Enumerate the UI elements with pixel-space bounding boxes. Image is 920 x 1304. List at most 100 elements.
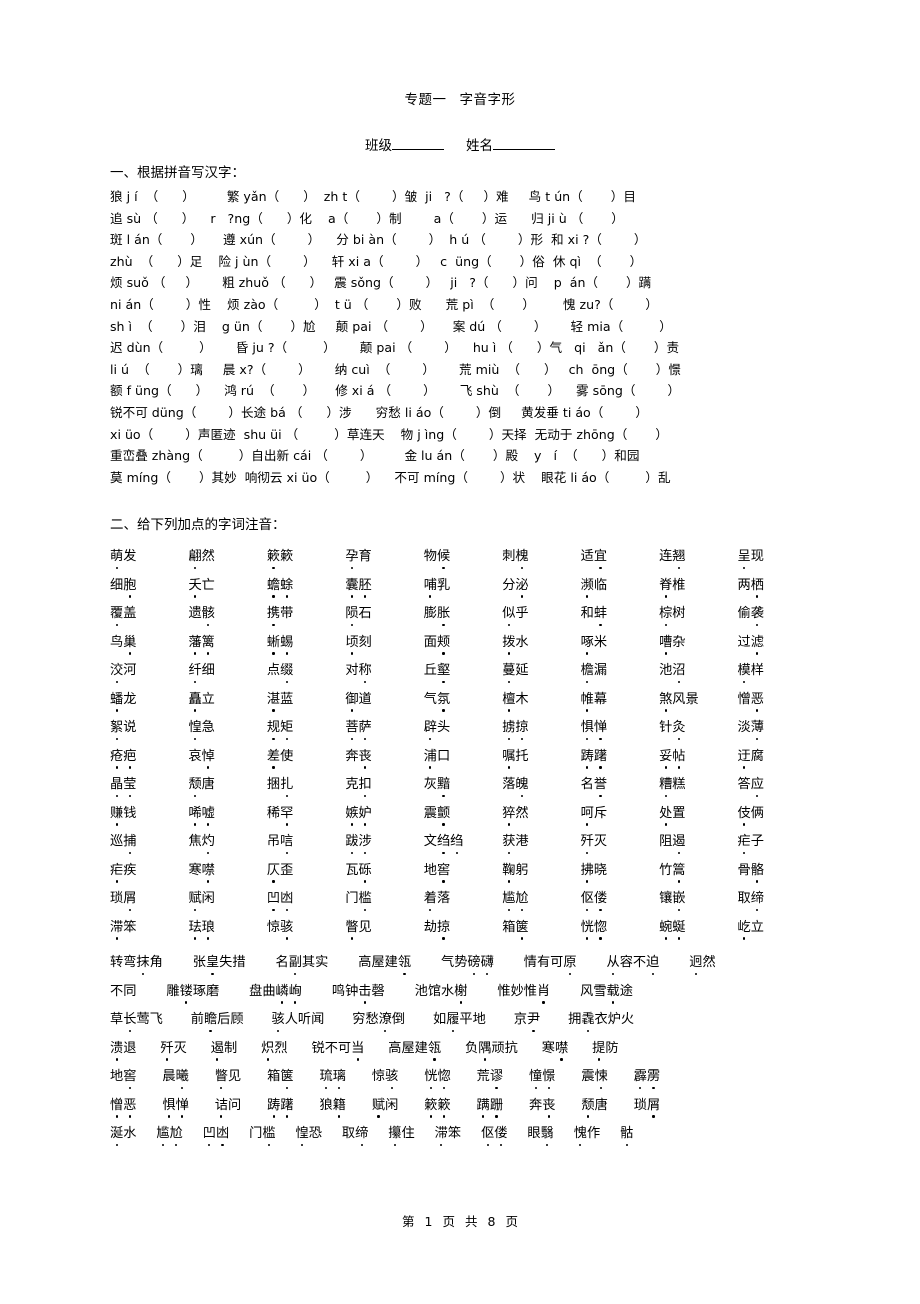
plain-char: 延	[515, 663, 529, 678]
plain-char: 角	[149, 955, 163, 970]
vocab-word: 檀木	[502, 688, 529, 712]
dotted-char: 屹	[738, 916, 751, 940]
word-cell: 偷袭	[738, 602, 816, 626]
phrase-item: 张皇失措	[193, 951, 246, 975]
plain-char: 说	[123, 720, 137, 735]
word-cell: 糟糕	[659, 773, 737, 797]
dotted-char: 恍	[581, 916, 594, 940]
plain-char: 晓	[593, 862, 607, 878]
footer-page-number: 1	[424, 1214, 433, 1229]
dotted-char: 唁	[280, 830, 293, 854]
phrase-item: 霹雳	[634, 1065, 660, 1089]
plain-char: 物	[423, 549, 437, 564]
phrase-item: 涎水	[110, 1122, 137, 1146]
phrase-item: 不同	[110, 980, 136, 1000]
word-cell: 模样	[738, 659, 816, 683]
vocab-word: 差使	[267, 745, 293, 769]
dotted-char: 捕	[123, 830, 136, 854]
word-cell: 蜥蜴	[267, 631, 345, 655]
word-cell: 瓦砾	[345, 859, 423, 883]
dotted-char: 骼	[751, 859, 764, 883]
word-cell: 和蚌	[581, 602, 659, 626]
plain-char: 琢	[192, 983, 206, 999]
word-cell: 过滤	[738, 631, 816, 655]
dotted-char: 惮	[594, 716, 607, 740]
vocab-word: 仄歪	[267, 859, 293, 883]
class-blank-field[interactable]	[392, 149, 444, 150]
vocab-word: 琐屑	[110, 887, 136, 911]
plain-char: 骨	[737, 862, 751, 878]
word-cell: 辟头	[424, 716, 502, 740]
dotted-char: 蜴	[280, 631, 293, 655]
plain-char: 拥	[568, 1012, 582, 1027]
plain-char: 龙	[123, 691, 137, 707]
plain-char: 克	[345, 777, 359, 792]
phrase-item: 蹒跚	[477, 1094, 503, 1118]
plain-char: 水	[123, 1126, 137, 1141]
word-cell: 骨骼	[737, 859, 816, 883]
plain-char: 飞	[149, 1012, 163, 1027]
word-grid-row: 疟疾 寒噤 仄歪 瓦砾 地窖 鞠躬 拂晓 竹篙 骨骼	[110, 859, 816, 883]
phrase-item: 情有可原	[524, 951, 577, 975]
plain-char: 平	[459, 1012, 473, 1027]
word-cell: 丘壑	[424, 659, 502, 683]
plain-char: 乳	[436, 577, 451, 593]
dotted-char: 躇	[594, 745, 607, 769]
vocab-word: 簌簌	[267, 545, 293, 569]
word-cell: 规矩	[267, 716, 345, 740]
plain-char: 衣	[594, 1012, 608, 1027]
vocab-word: 面颊	[424, 631, 450, 655]
dotted-char: 蹒	[477, 1094, 490, 1118]
section-2-heading: 二、给下列加点的字词注音：	[110, 517, 286, 533]
dotted-char: 掳	[502, 716, 515, 740]
word-cell: 猝然	[502, 802, 580, 826]
plain-char: 气	[423, 691, 437, 707]
plain-char: 盘	[249, 983, 263, 999]
plain-char: 取	[737, 891, 751, 906]
plain-char: 立	[750, 919, 764, 935]
word-cell: 吊唁	[267, 830, 345, 854]
dotted-char: 泌	[515, 574, 529, 598]
plain-char: 钱	[123, 805, 137, 821]
dotted-char: 踌	[267, 1094, 280, 1118]
phrase-item: 骷	[620, 1122, 633, 1146]
plain-char: 不	[110, 983, 124, 999]
dotted-char: 胚	[359, 574, 372, 598]
dotted-char: 扎	[280, 773, 293, 797]
vocab-word: 阻遏	[659, 830, 685, 854]
plain-char: 磬	[371, 983, 385, 999]
dotted-char: 袭	[751, 602, 764, 626]
phrase-item: 池馆水榭	[415, 980, 467, 1004]
plain-char: 屋	[401, 1040, 415, 1056]
name-blank-field[interactable]	[493, 149, 555, 150]
plain-char: 临	[593, 577, 607, 593]
vocab-word: 鸟巢	[110, 631, 136, 655]
vocab-word: 文绉绉	[424, 830, 463, 854]
word-cell: 凹凼	[267, 887, 345, 911]
dotted-char: 哺	[424, 574, 437, 598]
vocab-word: 吊唁	[267, 830, 293, 854]
dotted-char: 骇	[280, 916, 293, 940]
vocab-word: 蔓延	[502, 659, 529, 683]
vocab-word: 寒噤	[188, 859, 215, 883]
word-cell: 赋闲	[188, 887, 266, 911]
word-cell: 呈现	[738, 545, 816, 569]
dotted-char: 仄	[267, 859, 280, 883]
dotted-char: 凼	[280, 887, 293, 911]
vocab-word: 絮说	[110, 716, 137, 740]
plain-char: 腐	[750, 748, 764, 764]
vocab-word: 颓唐	[188, 773, 215, 797]
phrase-item: 穷愁潦倒	[352, 1008, 405, 1032]
word-cell: 哀悼	[188, 745, 266, 769]
dotted-char: 称	[359, 659, 372, 683]
dotted-char: 尴	[156, 1122, 170, 1146]
word-cell: 竹篙	[659, 859, 737, 883]
dotted-char: 曦	[176, 1065, 189, 1089]
pinyin-line: 重峦叠 zhàng（ ）自出新 cái （ ） 金 lu án（ ）殿 y í …	[110, 448, 640, 464]
dotted-char: 迫	[646, 951, 659, 975]
phrase-item: 荒谬	[477, 1065, 503, 1089]
class-label: 班级	[365, 138, 392, 154]
vocab-word: 嘈杂	[659, 631, 685, 655]
dotted-char: 原	[563, 951, 577, 975]
dotted-char: 峋	[289, 980, 302, 1004]
